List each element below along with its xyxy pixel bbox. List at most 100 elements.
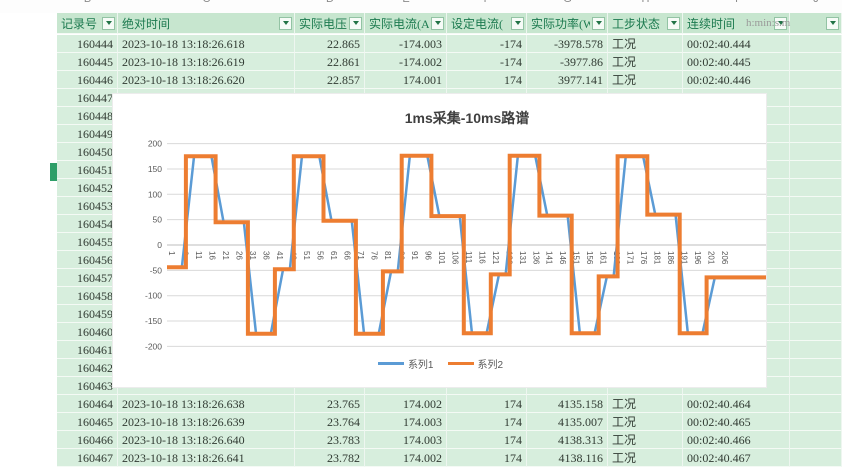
column-header-0[interactable]: 记录号 (57, 13, 118, 34)
table-cell[interactable]: 160467 (57, 449, 118, 467)
filter-dropdown-icon[interactable] (279, 17, 292, 30)
table-cell[interactable]: 174.003 (365, 431, 447, 449)
column-letter-B[interactable]: B (84, 0, 91, 5)
table-cell[interactable] (790, 35, 842, 53)
table-cell[interactable] (790, 413, 842, 431)
table-cell[interactable]: 160464 (57, 395, 118, 413)
table-cell[interactable]: 23.782 (295, 449, 365, 467)
table-cell[interactable] (790, 287, 842, 305)
column-header-5[interactable]: 实际功率(W (527, 13, 608, 34)
table-cell[interactable]: -3977.86 (527, 53, 608, 71)
column-letter-D[interactable]: D (326, 0, 334, 5)
table-cell[interactable]: 4135.007 (527, 413, 608, 431)
table-cell[interactable] (790, 71, 842, 89)
table-cell[interactable]: 2023-10-18 13:18:26.639 (118, 413, 295, 431)
table-cell[interactable]: 工况 (608, 449, 683, 467)
table-cell[interactable] (790, 323, 842, 341)
table-cell[interactable]: 160458 (57, 287, 118, 305)
table-cell[interactable]: 工况 (608, 35, 683, 53)
table-cell[interactable]: 3977.141 (527, 71, 608, 89)
table-cell[interactable]: 00:02:40.444 (683, 35, 790, 53)
filter-dropdown-icon[interactable] (826, 17, 839, 30)
table-cell[interactable] (790, 197, 842, 215)
table-cell[interactable] (790, 179, 842, 197)
table-cell[interactable]: 2023-10-18 13:18:26.638 (118, 395, 295, 413)
table-cell[interactable] (790, 251, 842, 269)
table-cell[interactable]: 工况 (608, 413, 683, 431)
table-cell[interactable]: 2023-10-18 13:18:26.620 (118, 71, 295, 89)
filter-dropdown-icon[interactable] (102, 17, 115, 30)
table-cell[interactable]: 4138.116 (527, 449, 608, 467)
table-cell[interactable] (790, 431, 842, 449)
table-cell[interactable]: -174 (447, 53, 527, 71)
table-cell[interactable]: -174.002 (365, 53, 447, 71)
embedded-chart[interactable]: 1ms采集-10ms路谱 200150100500-50-100-150-200… (112, 93, 767, 388)
table-cell[interactable] (790, 395, 842, 413)
table-cell[interactable]: 174 (447, 71, 527, 89)
table-cell[interactable]: 160463 (57, 377, 118, 395)
table-cell[interactable]: 174 (447, 413, 527, 431)
table-cell[interactable]: 160454 (57, 215, 118, 233)
table-cell[interactable]: 00:02:40.465 (683, 413, 790, 431)
table-cell[interactable]: 160451 (57, 161, 118, 179)
table-cell[interactable]: 00:02:40.445 (683, 53, 790, 71)
column-header-1[interactable]: 绝对时间 (118, 13, 295, 34)
table-cell[interactable]: 160466 (57, 431, 118, 449)
table-cell[interactable] (790, 377, 842, 395)
table-cell[interactable]: 23.765 (295, 395, 365, 413)
table-cell[interactable]: 00:02:40.467 (683, 449, 790, 467)
table-cell[interactable] (790, 89, 842, 107)
table-cell[interactable]: 160462 (57, 359, 118, 377)
table-cell[interactable] (790, 341, 842, 359)
table-cell[interactable]: 00:02:40.446 (683, 71, 790, 89)
table-cell[interactable]: 23.783 (295, 431, 365, 449)
table-cell[interactable]: 22.861 (295, 53, 365, 71)
table-cell[interactable] (790, 233, 842, 251)
table-cell[interactable]: 160448 (57, 107, 118, 125)
table-cell[interactable]: 2023-10-18 13:18:26.619 (118, 53, 295, 71)
table-cell[interactable]: 160453 (57, 197, 118, 215)
filter-dropdown-icon[interactable] (667, 17, 680, 30)
table-cell[interactable]: 22.857 (295, 71, 365, 89)
table-cell[interactable]: 174.001 (365, 71, 447, 89)
table-cell[interactable] (790, 269, 842, 287)
table-cell[interactable]: 160460 (57, 323, 118, 341)
table-cell[interactable]: 160457 (57, 269, 118, 287)
table-cell[interactable] (790, 107, 842, 125)
table-cell[interactable]: 160447 (57, 89, 118, 107)
table-cell[interactable]: 22.865 (295, 35, 365, 53)
column-letter-J[interactable]: J (813, 0, 819, 5)
column-letter-F[interactable]: F (484, 0, 491, 5)
column-letter-C[interactable]: C (203, 0, 211, 5)
table-cell[interactable] (790, 215, 842, 233)
table-cell[interactable] (790, 449, 842, 467)
table-cell[interactable]: -3978.578 (527, 35, 608, 53)
filter-dropdown-icon[interactable] (349, 17, 362, 30)
legend-item-series2[interactable]: 系列2 (448, 356, 504, 371)
table-cell[interactable]: -174.003 (365, 35, 447, 53)
table-cell[interactable]: 160450 (57, 143, 118, 161)
column-header-2[interactable]: 实际电压 (295, 13, 365, 34)
filter-dropdown-icon[interactable] (592, 17, 605, 30)
filter-dropdown-icon[interactable] (511, 17, 524, 30)
table-cell[interactable]: 160455 (57, 233, 118, 251)
table-cell[interactable]: 160452 (57, 179, 118, 197)
column-header-4[interactable]: 设定电流( (447, 13, 527, 34)
table-cell[interactable]: 工况 (608, 431, 683, 449)
table-cell[interactable] (790, 53, 842, 71)
table-cell[interactable]: 174 (447, 449, 527, 467)
table-cell[interactable]: 工况 (608, 53, 683, 71)
table-cell[interactable]: -174 (447, 35, 527, 53)
column-letter-I[interactable]: I (735, 0, 738, 5)
table-cell[interactable]: 174 (447, 395, 527, 413)
table-cell[interactable]: 160456 (57, 251, 118, 269)
table-cell[interactable]: 4138.313 (527, 431, 608, 449)
column-header-8[interactable] (790, 13, 842, 34)
table-cell[interactable] (790, 125, 842, 143)
table-cell[interactable] (790, 143, 842, 161)
column-letter-E[interactable]: E (402, 0, 409, 5)
table-cell[interactable]: 2023-10-18 13:18:26.618 (118, 35, 295, 53)
table-cell[interactable]: 2023-10-18 13:18:26.641 (118, 449, 295, 467)
table-cell[interactable]: 00:02:40.466 (683, 431, 790, 449)
legend-item-series1[interactable]: 系列1 (378, 356, 434, 371)
